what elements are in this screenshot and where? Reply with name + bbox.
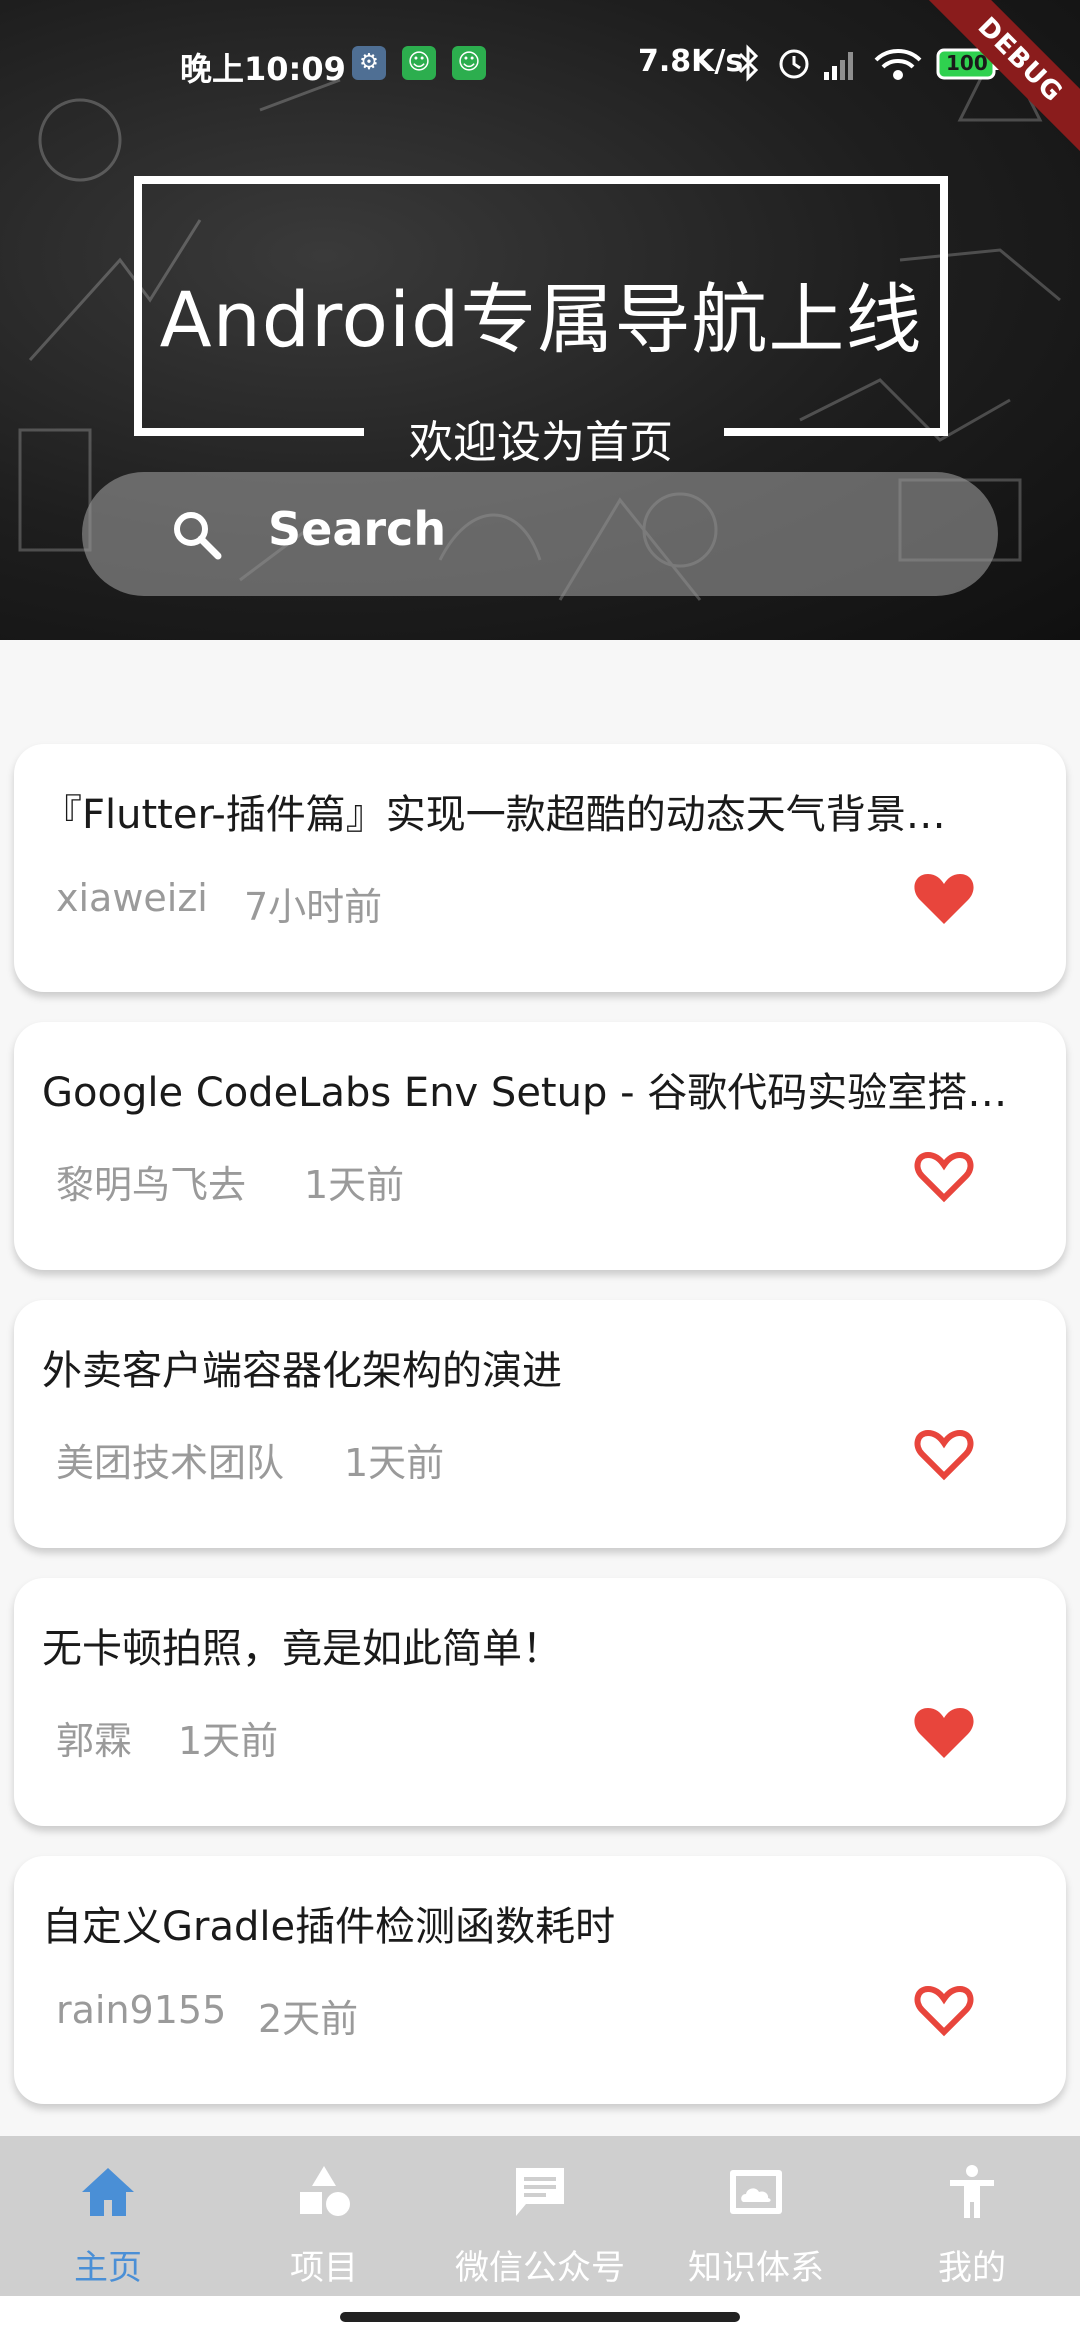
signal-icon (824, 52, 853, 80)
person-icon (950, 2165, 994, 2218)
article-author: 黎明鸟飞去 (56, 1163, 247, 1207)
app-screen: 晚上10:09 ⚙ ☺ ☺ 7.8K/s 100 DEBUG Android专属… (0, 0, 1080, 2340)
heart-filled-icon[interactable] (912, 1702, 976, 1762)
article-time: 2天前 (258, 1997, 359, 2041)
search-icon (174, 512, 222, 560)
app-notification-icon: ☺ (402, 46, 436, 80)
heart-outline-icon[interactable] (912, 1980, 976, 2040)
chat-icon (516, 2168, 564, 2216)
article-time: 1天前 (178, 1719, 279, 1763)
nav-label: 我的 (938, 2248, 1006, 2288)
status-bar: 晚上10:09 ⚙ ☺ ☺ 7.8K/s 100 (0, 36, 1080, 92)
article-author: rain9155 (56, 1988, 227, 2032)
article-author: 郭霖 (56, 1719, 133, 1763)
article-card[interactable]: 自定义Gradle插件检测函数耗时 rain9155 2天前 (14, 1856, 1066, 2104)
nav-item-home[interactable]: 主页 (0, 2136, 216, 2296)
shapes-icon (300, 2166, 350, 2216)
article-time: 1天前 (304, 1163, 405, 1207)
app-notification-icon: ☺ (452, 46, 486, 80)
battery-level: 100 (946, 51, 988, 75)
network-speed: 7.8K/s (638, 44, 744, 79)
article-title: 『Flutter-插件篇』实现一款超酷的动态天气背景… (42, 792, 946, 838)
search-placeholder: Search (268, 502, 447, 556)
header-banner: 晚上10:09 ⚙ ☺ ☺ 7.8K/s 100 DEBUG Android专属… (0, 0, 1080, 640)
nav-item-projects[interactable]: 项目 (216, 2136, 432, 2296)
bluetooth-icon (738, 44, 759, 82)
home-gesture-bar[interactable] (340, 2312, 740, 2322)
settings-notification-icon: ⚙ (352, 46, 386, 80)
heart-outline-icon[interactable] (912, 1146, 976, 1206)
article-card[interactable]: 外卖客户端容器化架构的演进 美团技术团队 1天前 (14, 1300, 1066, 1548)
article-title: 自定义Gradle插件检测函数耗时 (42, 1904, 616, 1950)
article-card[interactable]: Google CodeLabs Env Setup - 谷歌代码实验室搭… 黎明… (14, 1022, 1066, 1270)
nav-item-mine[interactable]: 我的 (864, 2136, 1080, 2296)
article-author: xiaweizi (56, 876, 208, 920)
nav-item-wechat[interactable]: 微信公众号 (432, 2136, 648, 2296)
banner-title: Android专属导航上线 (159, 275, 923, 364)
alarm-icon (779, 49, 809, 79)
article-card[interactable]: 无卡顿拍照，竟是如此简单！ 郭霖 1天前 (14, 1578, 1066, 1826)
nav-label: 项目 (290, 2248, 358, 2288)
bottom-navigation: 主页 项目 微信公众号 知识体系 我的 (0, 2136, 1080, 2296)
article-title: 外卖客户端容器化架构的演进 (42, 1348, 562, 1394)
nav-label: 微信公众号 (455, 2248, 625, 2288)
article-time: 7小时前 (244, 885, 383, 929)
picture-icon (730, 2170, 782, 2214)
article-time: 1天前 (344, 1441, 445, 1485)
nav-label: 知识体系 (688, 2248, 824, 2288)
banner-subtitle: 欢迎设为首页 (409, 417, 673, 468)
nav-item-knowledge[interactable]: 知识体系 (648, 2136, 864, 2296)
article-title: 无卡顿拍照，竟是如此简单！ (42, 1626, 562, 1672)
wifi-icon (874, 49, 922, 80)
nav-label: 主页 (74, 2248, 142, 2288)
home-icon (82, 2168, 134, 2216)
title-frame: Android专属导航上线 欢迎设为首页 (134, 176, 948, 468)
article-author: 美团技术团队 (56, 1441, 285, 1485)
article-title: Google CodeLabs Env Setup - 谷歌代码实验室搭… (42, 1070, 1008, 1116)
article-card[interactable]: 『Flutter-插件篇』实现一款超酷的动态天气背景… xiaweizi 7小时… (14, 744, 1066, 992)
heart-outline-icon[interactable] (912, 1424, 976, 1484)
search-bar[interactable]: Search (82, 472, 998, 596)
status-time: 晚上10:09 (180, 50, 346, 88)
heart-filled-icon[interactable] (912, 868, 976, 928)
